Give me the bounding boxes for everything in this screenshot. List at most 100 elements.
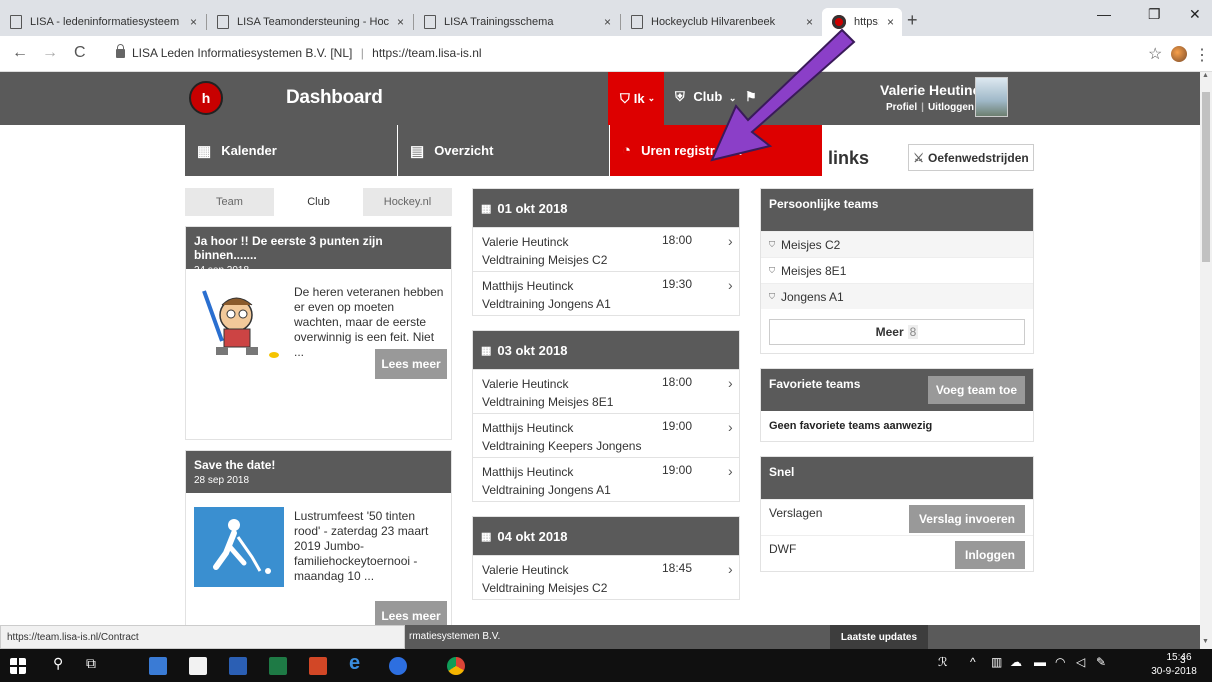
team-list-item[interactable]: ⛉ Meisjes C2 (761, 231, 1033, 257)
excel-icon[interactable] (269, 657, 287, 675)
submenu-kalender[interactable]: ▦ Kalender (185, 125, 397, 176)
url-field[interactable]: LISA Leden Informatiesystemen B.V. [NL] … (132, 46, 482, 60)
link-divider: | (921, 102, 924, 113)
restore-icon[interactable]: ❐ (1148, 6, 1161, 23)
agenda-event[interactable]: Matthijs Heutinck Veldtraining Jongens A… (473, 457, 739, 501)
status-bar-url: https://team.lisa-is.nl/Contract (0, 625, 405, 649)
inloggen-button[interactable]: Inloggen (955, 541, 1025, 569)
submenu-overzicht[interactable]: ▤ Overzicht (398, 125, 609, 176)
news-header[interactable]: Ja hoor !! De eerste 3 punten zijn binne… (186, 227, 451, 276)
page-icon (10, 15, 22, 29)
event-description: Veldtraining Meisjes C2 (482, 581, 608, 595)
agenda-event[interactable]: Valerie Heutinck Veldtraining Meisjes C2… (473, 227, 739, 271)
close-icon[interactable]: × (190, 15, 197, 29)
new-tab-button[interactable]: + (907, 10, 918, 31)
tab-club[interactable]: Club (274, 188, 363, 216)
agenda-event[interactable]: Matthijs Heutinck Veldtraining Jongens A… (473, 271, 739, 315)
oefenwedstrijden-button[interactable]: ⚔ Oefenwedstrijden (908, 144, 1034, 171)
agenda-day-header: ▦ 01 okt 2018 (473, 189, 739, 227)
chevron-up-icon[interactable]: ^ (970, 655, 976, 669)
wifi-icon[interactable]: ◠ (1055, 655, 1065, 669)
browser-tab[interactable]: LISA - ledeninformatiesysteem × (0, 8, 205, 36)
back-icon[interactable]: ← (12, 44, 28, 62)
news-image[interactable] (194, 507, 284, 587)
agenda-event[interactable]: Matthijs Heutinck Veldtraining Keepers J… (473, 413, 739, 457)
file-explorer-icon[interactable] (149, 657, 167, 675)
url-value: https://team.lisa-is.nl (372, 46, 482, 60)
calendar-icon: ▦ (481, 530, 492, 543)
nav-extra-icon[interactable]: ⚑ (745, 89, 757, 105)
onedrive-icon[interactable]: ☁ (1010, 655, 1022, 669)
forward-icon[interactable]: → (42, 44, 58, 62)
bookmark-star-icon[interactable]: ☆ (1148, 44, 1162, 64)
browser-tab[interactable]: Hockeyclub Hilvarenbeek × (621, 8, 821, 36)
store-icon[interactable] (189, 657, 207, 675)
team-list-item[interactable]: ⛉ Jongens A1 (761, 283, 1033, 309)
lees-meer-button[interactable]: Lees meer (375, 601, 447, 625)
avatar[interactable] (975, 77, 1008, 117)
windows-start-icon[interactable] (10, 658, 26, 674)
agenda-event[interactable]: Valerie Heutinck Veldtraining Meisjes 8E… (473, 369, 739, 413)
itunes-icon[interactable] (389, 657, 407, 675)
verslag-invoeren-button[interactable]: Verslag invoeren (908, 505, 1025, 533)
minimize-icon[interactable]: — (1097, 6, 1111, 22)
clock-date[interactable]: 30-9-2018 (1149, 666, 1199, 677)
event-time: 19:00 (662, 463, 693, 477)
menu-dots-icon[interactable]: ⋮ (1194, 45, 1210, 65)
scroll-up-icon[interactable]: ▲ (1202, 72, 1209, 79)
close-icon[interactable]: × (604, 15, 611, 29)
voeg-team-toe-button[interactable]: Voeg team toe (927, 376, 1025, 404)
chevron-right-icon: › (728, 561, 733, 577)
close-icon[interactable]: × (806, 15, 813, 29)
chevron-right-icon: › (728, 277, 733, 293)
clock-time[interactable]: 15:46 (1157, 652, 1201, 663)
latest-updates-tab[interactable]: Laatste updates (830, 625, 928, 649)
oefen-label: Oefenwedstrijden (928, 150, 1029, 165)
network-icon[interactable]: ▬ (1034, 655, 1046, 669)
news-header[interactable]: Save the date! 28 sep 2018 (186, 451, 451, 493)
task-view-icon[interactable]: ⧉ (86, 655, 104, 673)
word-icon[interactable] (229, 657, 247, 675)
close-icon[interactable]: × (887, 15, 894, 29)
club-logo[interactable]: h (189, 81, 223, 115)
notification-badge[interactable]: 3 (1180, 655, 1186, 666)
browser-tab-active[interactable]: https://team.lisa-is.nl × (822, 8, 902, 36)
meer-button[interactable]: Meer 8 (769, 319, 1025, 345)
reload-icon[interactable]: C (74, 44, 86, 62)
browser-tab[interactable]: LISA Teamondersteuning - Hoc × (207, 8, 412, 36)
agenda-day: ▦ 03 okt 2018 Valerie Heutinck Veldtrain… (472, 330, 740, 502)
people-icon[interactable]: ℛ (938, 655, 948, 669)
submenu-uren-registreren[interactable]: ◔ Uren registreren (610, 125, 822, 176)
tab-hockey-nl[interactable]: Hockey.nl (363, 188, 452, 216)
volume-icon[interactable]: ◁ (1076, 655, 1085, 669)
extension-icon[interactable] (1171, 46, 1187, 62)
pen-icon[interactable]: ✎ (1096, 655, 1106, 669)
profile-link[interactable]: Profiel (886, 102, 917, 113)
edge-icon[interactable]: e (349, 652, 367, 674)
news-image[interactable] (194, 283, 284, 363)
scroll-down-icon[interactable]: ▼ (1202, 638, 1209, 645)
tab-team[interactable]: Team (185, 188, 274, 216)
top-navigation: h Dashboard ⛉ Ik ⌄ ⛨ Club ⌄ ⚑ Valerie He… (0, 72, 1200, 125)
team-icon: ⛉ (769, 239, 775, 249)
tray-apps-icon[interactable]: ▥ (991, 655, 1002, 669)
scroll-thumb[interactable] (1202, 92, 1210, 262)
powerpoint-icon[interactable] (309, 657, 327, 675)
nav-club-label: Club (693, 89, 723, 104)
page-scrollbar[interactable]: ▲ ▼ (1200, 72, 1212, 649)
search-icon[interactable]: ⚲ (53, 655, 71, 673)
team-list-item[interactable]: ⛉ Meisjes 8E1 (761, 257, 1033, 283)
snel-label: DWF (769, 542, 797, 556)
chrome-icon[interactable] (447, 657, 465, 675)
close-icon[interactable]: × (397, 15, 404, 29)
news-body: Lustrumfeest '50 tinten rood' - zaterdag… (186, 493, 451, 605)
event-description: Veldtraining Meisjes C2 (482, 253, 608, 267)
nav-ik-menu[interactable]: ⛉ Ik ⌄ (608, 72, 664, 125)
close-window-icon[interactable]: ✕ (1189, 6, 1201, 23)
browser-tab[interactable]: LISA Trainingsschema × (414, 8, 619, 36)
nav-club-menu[interactable]: ⛨ Club ⌄ (675, 89, 736, 105)
agenda-event[interactable]: Valerie Heutinck Veldtraining Meisjes C2… (473, 555, 739, 599)
team-icon: ⛉ (769, 265, 775, 275)
logout-link[interactable]: Uitloggen (928, 102, 974, 113)
lees-meer-button[interactable]: Lees meer (375, 349, 447, 379)
